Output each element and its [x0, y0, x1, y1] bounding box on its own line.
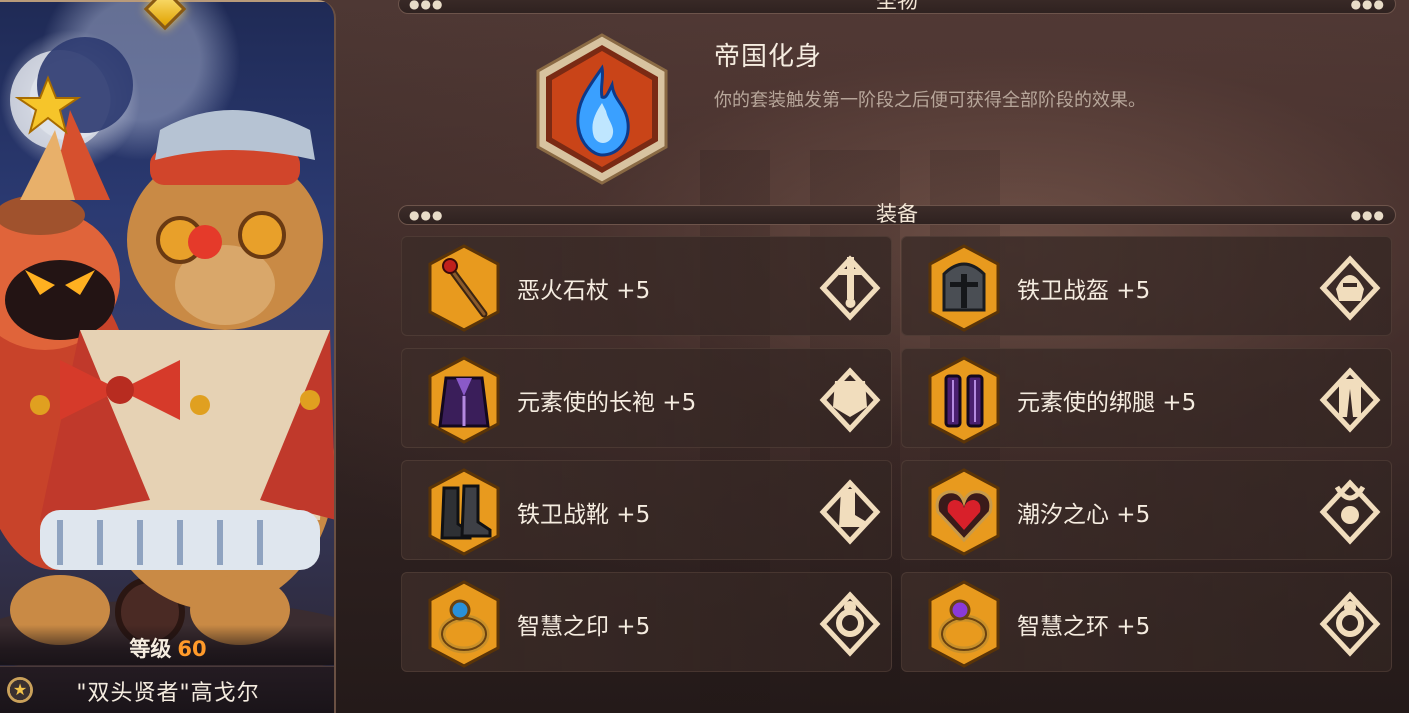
item-name: 潮汐之心 +5: [1017, 502, 1151, 528]
ring-slot-icon: [1319, 591, 1381, 657]
equipment-slot[interactable]: 铁卫战靴 +5: [401, 460, 892, 560]
item-name: 铁卫战靴 +5: [517, 502, 651, 528]
legs-slot-icon: [1319, 367, 1381, 433]
equipment-slot[interactable]: 铁卫战盔 +5: [901, 236, 1392, 336]
boots-icon: [428, 468, 500, 556]
equipment-slot[interactable]: 潮汐之心 +5: [901, 460, 1392, 560]
dots-icon: ●●●: [1350, 208, 1385, 222]
hero-portrait: [0, 37, 334, 680]
relic-name: 帝国化身: [714, 42, 823, 72]
relic-section-header: ●●● 圣物 ●●●: [398, 0, 1396, 14]
item-name: 元素使的长袍 +5: [517, 390, 697, 416]
equipment-slot[interactable]: 元素使的绑腿 +5: [901, 348, 1392, 448]
ring-purple-icon: [928, 580, 1000, 668]
helmet-slot-icon: [1319, 255, 1381, 321]
heart-amulet-icon: [928, 468, 1000, 556]
blue-flame-icon[interactable]: [528, 33, 676, 185]
equipment-section-header: ●●● 装备 ●●●: [398, 202, 1396, 226]
boots-slot-icon: [819, 479, 881, 545]
level-label: 等级: [129, 637, 172, 661]
relic-section-title: 圣物: [876, 0, 918, 13]
helmet-icon: [928, 244, 1000, 332]
equipment-slot[interactable]: 元素使的长袍 +5: [401, 348, 892, 448]
hero-name: "双头贤者"高戈尔: [76, 681, 260, 706]
level-value: 60: [177, 637, 207, 661]
item-name: 智慧之印 +5: [517, 614, 651, 640]
equipment-slot[interactable]: 恶火石杖 +5: [401, 236, 892, 336]
necklace-slot-icon: [1319, 479, 1381, 545]
item-name: 恶火石杖 +5: [517, 278, 651, 304]
staff-icon: [428, 244, 500, 332]
ring-slot-icon: [819, 591, 881, 657]
equipment-section-title: 装备: [876, 202, 918, 226]
armor-slot-icon: [819, 367, 881, 433]
relic-description: 你的套装触发第一阶段之后便可获得全部阶段的效果。: [714, 90, 1146, 111]
dots-icon: ●●●: [1350, 0, 1385, 11]
leggings-icon: [928, 356, 1000, 444]
item-name: 智慧之环 +5: [1017, 614, 1151, 640]
item-name: 元素使的绑腿 +5: [1017, 390, 1197, 416]
hero-level: 等级 60: [0, 633, 334, 663]
weapon-slot-icon: [819, 255, 881, 321]
equipment-slot[interactable]: 智慧之印 +5: [401, 572, 892, 672]
ring-blue-icon: [428, 580, 500, 668]
robe-icon: [428, 356, 500, 444]
equipment-slot[interactable]: 智慧之环 +5: [901, 572, 1392, 672]
hero-card[interactable]: 等级 60 ★ "双头贤者"高戈尔: [0, 0, 336, 713]
item-name: 铁卫战盔 +5: [1017, 278, 1151, 304]
hero-name-bar: ★ "双头贤者"高戈尔: [0, 666, 334, 713]
